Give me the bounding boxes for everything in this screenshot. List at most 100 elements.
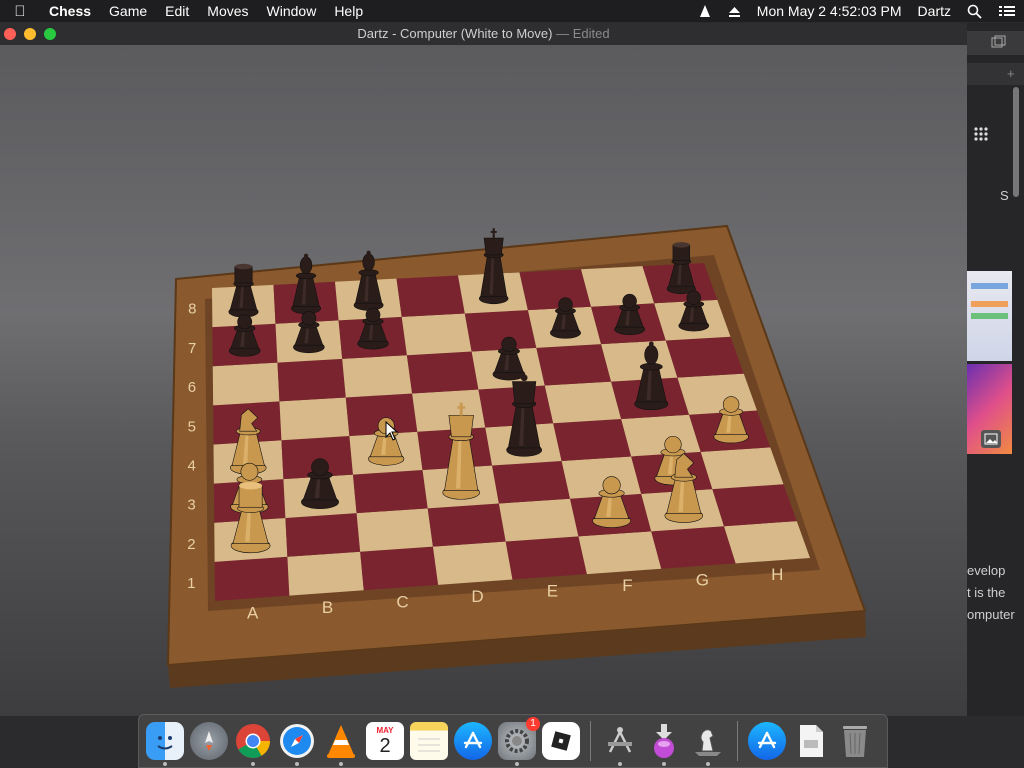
control-center-icon[interactable] [990, 4, 1024, 18]
apple-icon[interactable]:  [0, 3, 40, 20]
menu-bar:  Chess Game Edit Moves Window Help Mon … [0, 0, 1024, 22]
square-d1[interactable] [432, 541, 513, 585]
vlc-status-icon[interactable] [690, 4, 720, 19]
app-store-downloads-icon[interactable] [748, 722, 786, 760]
apps-grid-icon[interactable] [973, 126, 989, 147]
chess-board[interactable]: A B C D E F G H 1 2 3 4 5 6 7 8 [0, 45, 967, 716]
launchpad-icon[interactable] [190, 722, 228, 760]
square-h6[interactable] [665, 336, 744, 378]
bg-window-text-2: evelop [967, 563, 1006, 578]
file-label: F [622, 576, 632, 595]
square-b1[interactable] [287, 551, 364, 596]
utility-app-icon[interactable] [601, 722, 639, 766]
square-d6[interactable] [406, 351, 479, 394]
spotlight-search-icon[interactable] [959, 4, 990, 19]
square-g8[interactable] [581, 266, 655, 307]
square-f5[interactable] [544, 381, 622, 424]
square-d8[interactable] [396, 275, 465, 317]
menu-edit[interactable]: Edit [156, 0, 198, 22]
file-label: B [322, 598, 333, 617]
square-b5[interactable] [279, 397, 350, 441]
file-label: H [771, 565, 783, 584]
rank-label: 3 [187, 497, 195, 514]
menu-moves[interactable]: Moves [198, 0, 257, 22]
square-f1[interactable] [578, 531, 662, 575]
file-label: E [547, 581, 558, 600]
square-c1[interactable] [360, 546, 439, 591]
window-title: Dartz - Computer (White to Move) — Edite… [0, 23, 967, 45]
square-g4[interactable] [621, 414, 701, 457]
vlc-icon[interactable] [322, 722, 360, 766]
installer-icon[interactable] [645, 722, 683, 766]
edited-indicator: — Edited [556, 26, 610, 41]
calendar-icon[interactable]: MAY 2 [366, 722, 404, 760]
calendar-day: 2 [379, 734, 391, 757]
square-d5[interactable] [412, 389, 486, 432]
square-c6[interactable] [342, 355, 413, 398]
square-f8[interactable] [519, 269, 592, 311]
square-e3[interactable] [492, 460, 571, 504]
square-h5[interactable] [677, 373, 757, 415]
rank-label: 7 [188, 340, 196, 357]
bg-window-text-4: omputer [967, 607, 1015, 622]
thumbnail-image[interactable] [967, 271, 1012, 361]
rank-label: 8 [188, 301, 196, 318]
square-c3[interactable] [352, 470, 428, 514]
calendar-month: MAY [376, 725, 394, 735]
rank-label: 2 [187, 536, 195, 553]
chrome-icon[interactable] [234, 722, 272, 766]
window-title-bar[interactable]: Dartz - Computer (White to Move) — Edite… [0, 23, 967, 46]
menu-game[interactable]: Game [100, 0, 156, 22]
square-a6[interactable] [212, 362, 280, 406]
image-icon[interactable] [981, 430, 1001, 448]
new-tab-icon[interactable]: + [1007, 66, 1015, 81]
roblox-icon[interactable] [542, 722, 580, 760]
trash-icon[interactable] [836, 722, 874, 760]
dock: MAY 2 1 [138, 714, 888, 768]
window-title-text: Dartz - Computer (White to Move) [357, 26, 553, 41]
square-h1[interactable] [723, 521, 810, 564]
user-name[interactable]: Dartz [910, 0, 959, 22]
bg-window-text-1: S [1000, 188, 1009, 203]
eject-icon[interactable] [720, 5, 749, 18]
menu-window[interactable]: Window [258, 0, 326, 22]
square-b2[interactable] [285, 513, 361, 557]
square-f6[interactable] [536, 344, 612, 386]
menu-app-name[interactable]: Chess [40, 0, 100, 22]
rank-label: 4 [188, 457, 196, 474]
rank-label: 6 [188, 379, 196, 396]
file-label: A [247, 603, 259, 622]
scrollbar-thumb[interactable] [1013, 87, 1019, 197]
document-icon[interactable] [792, 722, 830, 760]
square-f4[interactable] [553, 419, 632, 461]
square-e1[interactable] [505, 536, 587, 580]
square-h2[interactable] [712, 484, 797, 527]
menu-help[interactable]: Help [325, 0, 372, 22]
file-label: D [471, 587, 483, 606]
bg-window-text-3: t is the [967, 585, 1006, 600]
rank-label: 5 [188, 418, 196, 435]
finder-icon[interactable] [146, 722, 184, 766]
square-d7[interactable] [401, 313, 472, 356]
notes-icon[interactable] [410, 722, 448, 760]
square-a1[interactable] [214, 556, 290, 601]
square-e7[interactable] [464, 310, 537, 352]
chess-3d-scene[interactable]: A B C D E F G H 1 2 3 4 5 6 7 8 [0, 45, 967, 716]
clock[interactable]: Mon May 2 4:52:03 PM [749, 0, 910, 22]
tab-overview-icon[interactable] [991, 35, 1007, 54]
square-h3[interactable] [700, 447, 784, 490]
square-b6[interactable] [277, 358, 346, 402]
chess-window: Dartz - Computer (White to Move) — Edite… [0, 23, 967, 716]
system-preferences-icon[interactable]: 1 [498, 717, 540, 766]
background-window[interactable]: + S evelop t is the omputer [967, 23, 1024, 716]
chess-app-icon[interactable] [689, 722, 727, 766]
safari-icon[interactable] [278, 722, 316, 766]
square-g6[interactable] [601, 340, 678, 382]
file-label: G [696, 570, 709, 589]
square-g1[interactable] [651, 526, 736, 569]
square-c2[interactable] [356, 508, 433, 552]
square-e2[interactable] [498, 498, 579, 542]
app-store-icon[interactable] [454, 722, 492, 760]
square-d2[interactable] [427, 503, 506, 547]
bg-window-tab-bar: + [967, 63, 1024, 85]
